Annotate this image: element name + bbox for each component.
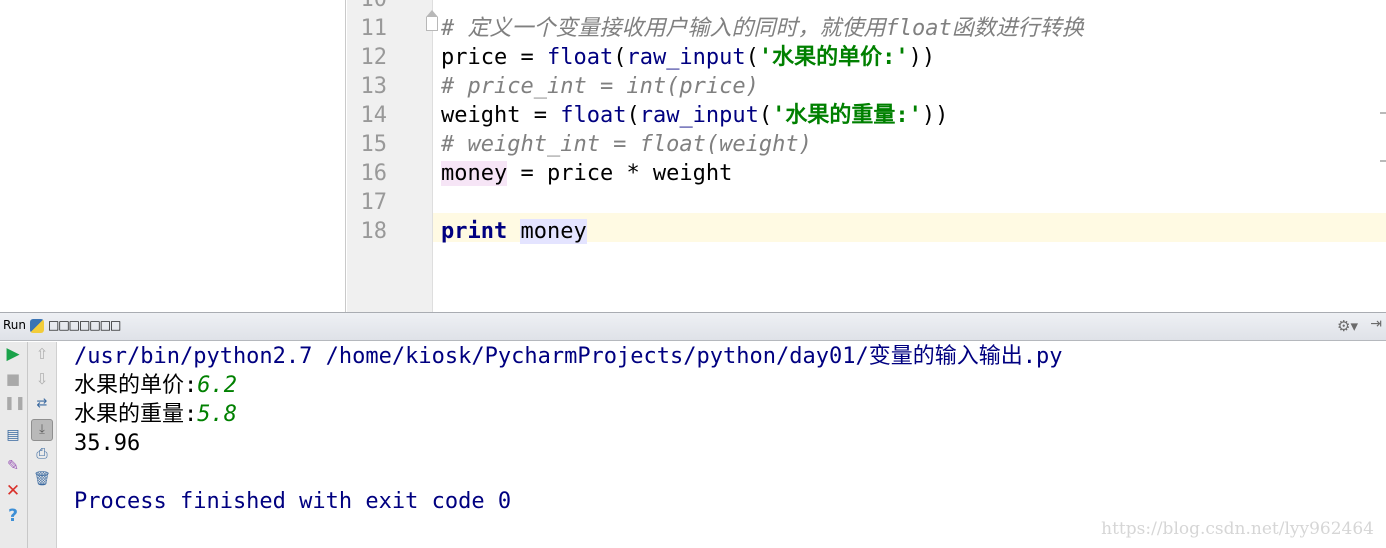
code-token: # price_int = int(price) — [441, 74, 759, 99]
line-number: 13 — [360, 74, 388, 99]
rerun-icon[interactable]: ▶ — [4, 345, 22, 363]
code-token: float — [546, 45, 614, 70]
trash-icon[interactable]: 🗑 — [33, 470, 51, 488]
console-result: 35.96 — [74, 431, 141, 456]
code-token: raw_input — [626, 45, 746, 70]
arrow-up-icon[interactable]: ⇧ — [33, 345, 51, 363]
pin-icon[interactable]: ✎ — [4, 457, 22, 475]
code-token: )) — [908, 45, 936, 70]
code-token: # 定义一个变量接收用户输入的同时，就使用float函数进行转换 — [441, 16, 1084, 41]
code-line[interactable]: # price_int = int(price) — [441, 72, 759, 101]
print-icon[interactable]: ⎙ — [33, 445, 51, 463]
code-token: weight = — [441, 103, 561, 128]
console-exit-message: Process finished with exit code 0 — [74, 489, 512, 514]
code-token: ( — [745, 45, 759, 70]
arrow-down-icon[interactable]: ⇩ — [33, 370, 51, 388]
run-config-tab[interactable]: □□□□□□□ — [48, 318, 121, 332]
line-number: 10 — [347, 0, 388, 14]
console-prompt: 水果的重量: — [74, 402, 198, 427]
run-toolbar-left: ▶ ■ ❚❚ ▤ ✎ ✕ ? — [0, 342, 28, 548]
code-token: print — [441, 219, 508, 244]
console-prompt: 水果的单价: — [74, 373, 198, 398]
code-line[interactable]: weight = float(raw_input('水果的重量:')) — [441, 101, 948, 130]
scroll-marker — [1380, 160, 1386, 162]
close-icon[interactable]: ✕ — [4, 482, 22, 500]
line-number: 12 — [360, 45, 388, 70]
code-token: ( — [613, 45, 627, 70]
code-token: raw_input — [639, 103, 759, 128]
help-icon[interactable]: ? — [4, 507, 22, 525]
code-token: float — [560, 103, 627, 128]
code-line[interactable]: price = float(raw_input('水果的单价:')) — [441, 43, 935, 72]
run-toolbar-right: ⇧ ⇩ ⇄ ⤓ ⎙ 🗑 — [28, 342, 57, 548]
code-area[interactable]: # 定义一个变量接收用户输入的同时，就使用float函数进行转换 price = … — [434, 0, 1386, 312]
python-icon — [30, 319, 44, 333]
line-number: 14 — [360, 103, 388, 128]
code-token: price = — [441, 45, 547, 70]
line-number: 15 — [360, 132, 388, 157]
console-line-price: 水果的单价:6.2 — [74, 371, 237, 400]
soft-wrap-icon[interactable]: ⇄ — [33, 395, 51, 413]
code-token: ( — [626, 103, 640, 128]
code-token: = price * weight — [507, 161, 733, 186]
code-token: '水果的单价:' — [758, 45, 909, 70]
code-token: '水果的重量:' — [772, 103, 922, 128]
layout-icon[interactable]: ▤ — [4, 426, 22, 444]
line-number: 17 — [360, 190, 388, 215]
code-line[interactable]: money = price * weight — [441, 159, 732, 188]
run-tool-window-header: Run □□□□□□□ ⚙▾ ⇥ — [0, 312, 1386, 341]
editor-left-margin — [0, 0, 346, 312]
code-line[interactable]: # 定义一个变量接收用户输入的同时，就使用float函数进行转换 — [441, 14, 1084, 43]
gear-icon[interactable]: ⚙▾ — [1337, 317, 1358, 335]
hide-icon[interactable]: ⇥ — [1370, 316, 1382, 332]
code-editor[interactable]: 10 11 12 13 14 15 16 17 18 # 定义一个变量接收用户输入的同时，就使用… — [0, 0, 1386, 312]
console-user-input: 5.8 — [197, 402, 237, 427]
scroll-marker — [1380, 112, 1386, 114]
code-line[interactable]: print money — [441, 217, 587, 246]
code-token: money — [520, 219, 587, 244]
line-number: 11 — [360, 16, 388, 41]
console-line-weight: 水果的重量:5.8 — [74, 400, 237, 429]
code-line[interactable]: # weight_int = float(weight) — [441, 130, 812, 159]
console-output[interactable]: /usr/bin/python2.7 /home/kiosk/PycharmPr… — [58, 342, 1386, 548]
console-user-input: 6.2 — [197, 373, 237, 398]
code-token: )) — [921, 103, 949, 128]
scroll-to-end-icon[interactable]: ⤓ — [31, 419, 53, 441]
code-token: money — [441, 161, 508, 186]
code-token: # weight_int = float(weight) — [441, 132, 812, 157]
line-number: 16 — [360, 161, 388, 186]
run-title[interactable]: Run — [3, 318, 26, 332]
line-number: 18 — [360, 219, 388, 244]
watermark: https://blog.csdn.net/lyy962464 — [1101, 519, 1374, 539]
console-command-line: /usr/bin/python2.7 /home/kiosk/PycharmPr… — [74, 344, 1063, 369]
stop-icon[interactable]: ■ — [4, 370, 22, 388]
code-token: ( — [758, 103, 773, 128]
pause-icon[interactable]: ❚❚ — [4, 395, 26, 413]
